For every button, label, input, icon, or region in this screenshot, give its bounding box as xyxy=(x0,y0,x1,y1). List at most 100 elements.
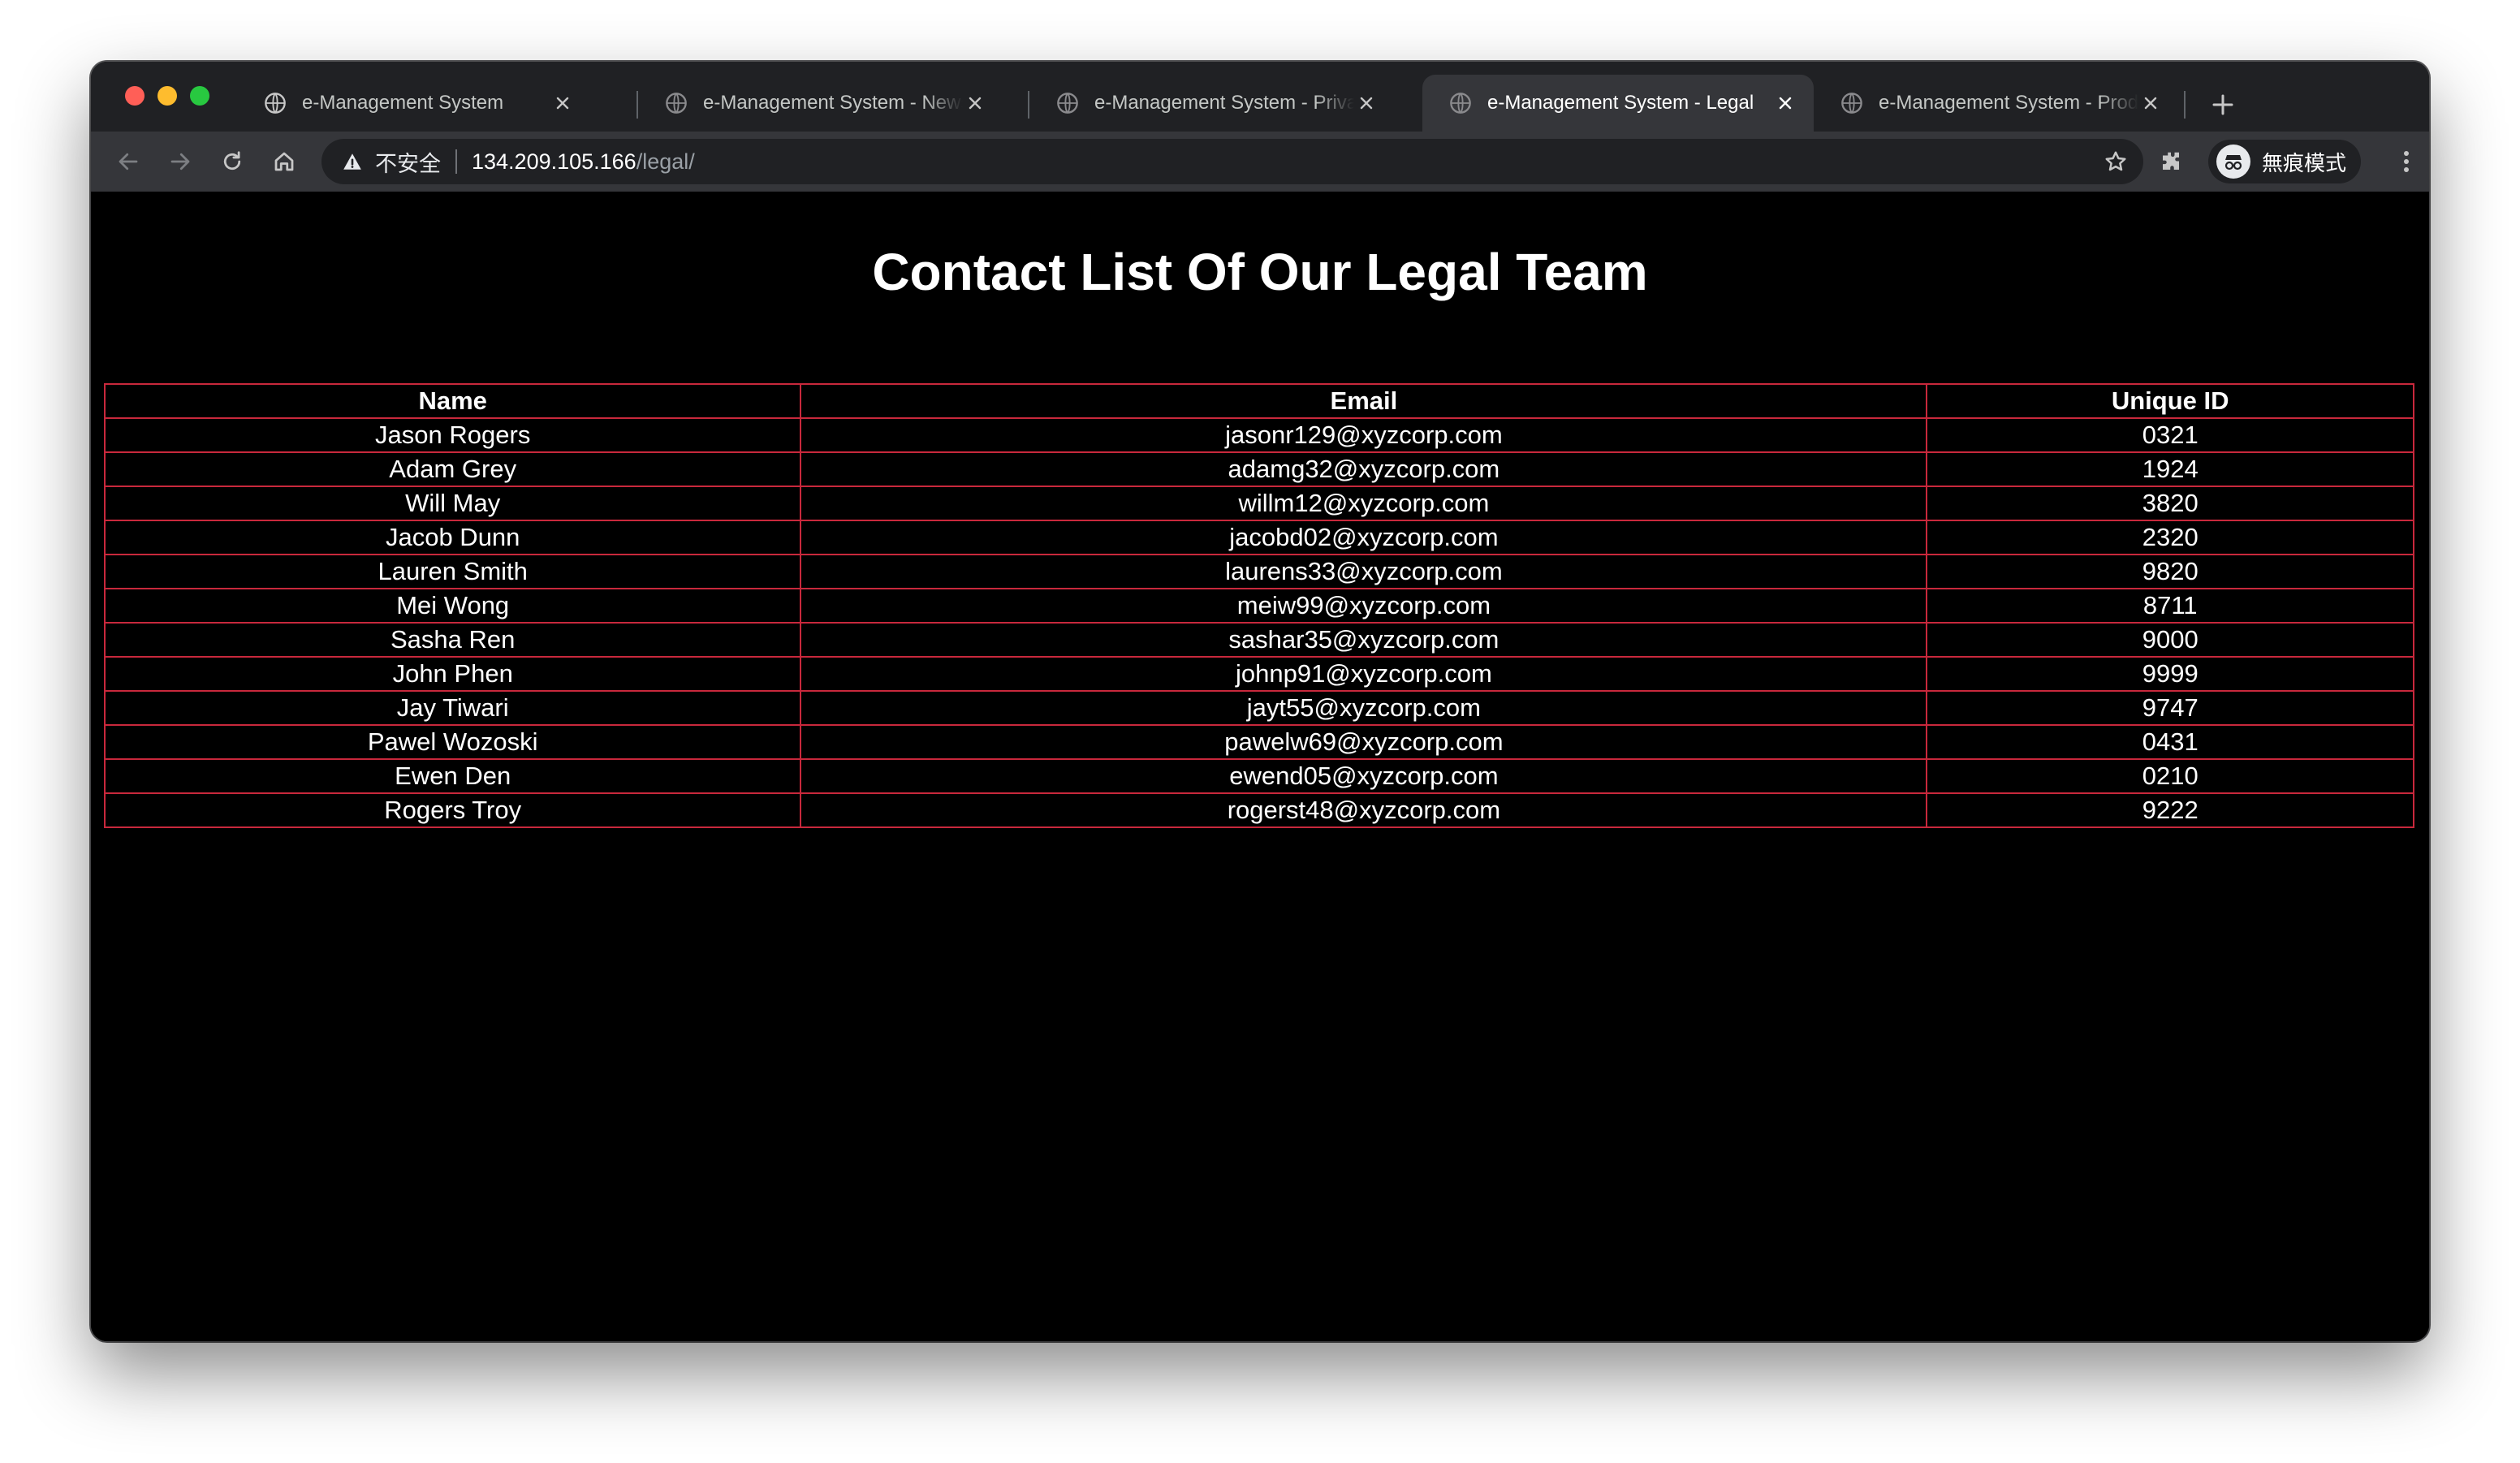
cell-name: Adam Grey xyxy=(103,451,802,487)
extensions-puzzle-icon[interactable] xyxy=(2153,144,2189,179)
tab-products[interactable]: e-Management System - Products xyxy=(1814,75,2179,132)
tab-title: e-Management System xyxy=(302,92,504,114)
globe-icon xyxy=(664,91,688,115)
omnibox-divider xyxy=(455,149,457,174)
cell-unique-id: 2320 xyxy=(1926,520,2414,555)
incognito-label: 無痕模式 xyxy=(2262,150,2347,175)
cell-email: laurens33@xyzcorp.com xyxy=(800,554,1928,589)
cell-name: John Phen xyxy=(103,656,802,692)
cell-email: sashar35@xyzcorp.com xyxy=(800,622,1928,658)
cell-email: jasonr129@xyzcorp.com xyxy=(800,417,1928,453)
contact-table: Name Email Unique ID Jason Rogers jasonr… xyxy=(103,383,2414,828)
table-header-row: Name Email Unique ID xyxy=(103,383,2414,419)
cell-email: jacobd02@xyzcorp.com xyxy=(800,520,1928,555)
table-row: Jacob Dunn jacobd02@xyzcorp.com 2320 xyxy=(103,520,2414,555)
cell-unique-id: 9747 xyxy=(1926,690,2414,726)
cell-name: Rogers Troy xyxy=(103,792,802,828)
url-text[interactable]: 134.209.105.166/legal/ xyxy=(472,149,695,175)
column-header-email: Email xyxy=(800,383,1928,419)
page-title: Contact List Of Our Legal Team xyxy=(872,243,1648,301)
tab-legal[interactable]: e-Management System - Legal xyxy=(1422,75,1814,132)
cell-email: adamg32@xyzcorp.com xyxy=(800,451,1928,487)
tab-title: e-Management System - Privacy xyxy=(1094,92,1354,114)
cell-unique-id: 8711 xyxy=(1926,588,2414,624)
table-row: Sasha Ren sashar35@xyzcorp.com 9000 xyxy=(103,622,2414,658)
incognito-profile-button[interactable]: 無痕模式 xyxy=(2208,140,2362,183)
close-tab-icon[interactable] xyxy=(550,91,575,115)
address-bar[interactable]: 不安全 134.209.105.166/legal/ xyxy=(321,139,2143,184)
new-tab-button[interactable] xyxy=(2207,88,2239,121)
tab-title: e-Management System - Newsletter xyxy=(703,92,963,114)
cell-unique-id: 0431 xyxy=(1926,724,2414,760)
minimize-window-button[interactable] xyxy=(158,86,177,106)
table-row: Jay Tiwari jayt55@xyzcorp.com 9747 xyxy=(103,690,2414,726)
warning-icon[interactable] xyxy=(341,150,364,173)
url-path: /legal/ xyxy=(636,149,695,174)
cell-email: ewend05@xyzcorp.com xyxy=(800,758,1928,794)
cell-unique-id: 3820 xyxy=(1926,486,2414,521)
table-row: Mei Wong meiw99@xyzcorp.com 8711 xyxy=(103,588,2414,624)
cell-name: Will May xyxy=(103,486,802,521)
tab-title: e-Management System - Legal xyxy=(1487,92,1754,114)
cell-name: Lauren Smith xyxy=(103,554,802,589)
cell-unique-id: 9222 xyxy=(1926,792,2414,828)
table-row: Rogers Troy rogerst48@xyzcorp.com 9222 xyxy=(103,792,2414,828)
tab-divider xyxy=(2184,91,2186,119)
close-tab-icon[interactable] xyxy=(1354,91,1379,115)
cell-unique-id: 0321 xyxy=(1926,417,2414,453)
home-button[interactable] xyxy=(266,144,302,179)
bookmark-star-icon[interactable] xyxy=(2103,149,2129,175)
close-tab-icon[interactable] xyxy=(1773,91,1797,115)
cell-name: Sasha Ren xyxy=(103,622,802,658)
table-row: John Phen johnp91@xyzcorp.com 9999 xyxy=(103,656,2414,692)
cell-email: jayt55@xyzcorp.com xyxy=(800,690,1928,726)
forward-button[interactable] xyxy=(162,144,198,179)
tab-strip: e-Management System e-Management System … xyxy=(91,62,2429,132)
cell-name: Pawel Wozoski xyxy=(103,724,802,760)
cell-name: Jay Tiwari xyxy=(103,690,802,726)
table-row: Lauren Smith laurens33@xyzcorp.com 9820 xyxy=(103,554,2414,589)
security-status-label[interactable]: 不安全 xyxy=(375,146,441,178)
cell-email: rogerst48@xyzcorp.com xyxy=(800,792,1928,828)
close-tab-icon[interactable] xyxy=(2138,91,2163,115)
cell-email: johnp91@xyzcorp.com xyxy=(800,656,1928,692)
tab-title: e-Management System - Products xyxy=(1879,92,2138,114)
table-row: Jason Rogers jasonr129@xyzcorp.com 0321 xyxy=(103,417,2414,453)
table-row: Ewen Den ewend05@xyzcorp.com 0210 xyxy=(103,758,2414,794)
globe-icon xyxy=(1055,91,1080,115)
cell-email: willm12@xyzcorp.com xyxy=(800,486,1928,521)
browser-toolbar: 不安全 134.209.105.166/legal/ 無痕模式 xyxy=(91,132,2429,192)
cell-name: Jason Rogers xyxy=(103,417,802,453)
back-button[interactable] xyxy=(110,144,146,179)
globe-icon xyxy=(1448,91,1473,115)
table-row: Pawel Wozoski pawelw69@xyzcorp.com 0431 xyxy=(103,724,2414,760)
cell-unique-id: 9999 xyxy=(1926,656,2414,692)
page-content: Contact List Of Our Legal Team Name Emai… xyxy=(91,192,2429,1341)
browser-window: e-Management System e-Management System … xyxy=(91,62,2429,1341)
cell-unique-id: 9000 xyxy=(1926,622,2414,658)
globe-icon xyxy=(1840,91,1864,115)
incognito-icon xyxy=(2216,145,2250,179)
cell-unique-id: 9820 xyxy=(1926,554,2414,589)
cell-email: meiw99@xyzcorp.com xyxy=(800,588,1928,624)
url-host: 134.209.105.166 xyxy=(472,149,636,174)
globe-icon xyxy=(263,91,287,115)
tab-home[interactable]: e-Management System xyxy=(237,75,591,132)
tab-newsletter[interactable]: e-Management System - Newsletter xyxy=(638,75,1003,132)
column-header-name: Name xyxy=(103,383,802,419)
table-row: Will May willm12@xyzcorp.com 3820 xyxy=(103,486,2414,521)
close-tab-icon[interactable] xyxy=(963,91,987,115)
maximize-window-button[interactable] xyxy=(190,86,209,106)
column-header-unique-id: Unique ID xyxy=(1926,383,2414,419)
cell-unique-id: 1924 xyxy=(1926,451,2414,487)
cell-unique-id: 0210 xyxy=(1926,758,2414,794)
table-row: Adam Grey adamg32@xyzcorp.com 1924 xyxy=(103,451,2414,487)
cell-name: Ewen Den xyxy=(103,758,802,794)
tab-privacy[interactable]: e-Management System - Privacy xyxy=(1029,75,1395,132)
browser-menu-icon[interactable] xyxy=(2388,144,2424,179)
close-window-button[interactable] xyxy=(125,86,145,106)
cell-email: pawelw69@xyzcorp.com xyxy=(800,724,1928,760)
cell-name: Mei Wong xyxy=(103,588,802,624)
cell-name: Jacob Dunn xyxy=(103,520,802,555)
reload-button[interactable] xyxy=(214,144,250,179)
